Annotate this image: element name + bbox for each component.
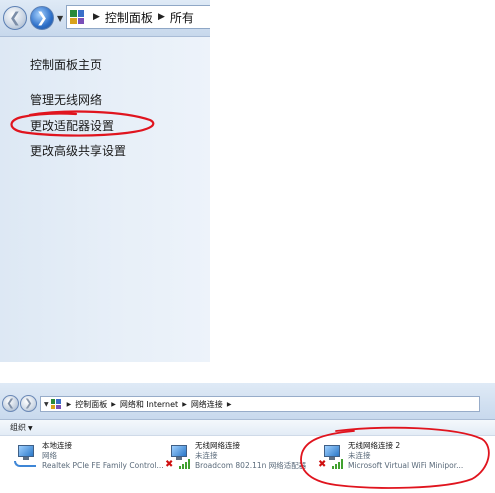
back-arrow-icon[interactable]: ❮ bbox=[2, 395, 19, 412]
breadcrumb-network-connections[interactable]: 网络连接 bbox=[191, 399, 223, 410]
breadcrumb-control-panel[interactable]: 控制面板 bbox=[75, 399, 107, 410]
chevron-down-icon: ▼ bbox=[28, 425, 33, 432]
breadcrumb-control-panel[interactable]: 控制面板 bbox=[105, 9, 153, 26]
task-change-advanced-sharing[interactable]: 更改高级共享设置 bbox=[30, 142, 126, 160]
connection-device: Broadcom 802.11n 网络适配器 bbox=[195, 461, 307, 470]
recent-pages-dropdown-icon[interactable]: ▼ bbox=[44, 401, 49, 408]
forward-arrow-icon[interactable]: ❯ bbox=[30, 6, 54, 30]
organize-label: 组织 bbox=[10, 423, 26, 432]
control-panel-icon bbox=[70, 10, 84, 24]
back-arrow-icon[interactable]: ❮ bbox=[3, 6, 27, 30]
breadcrumb-separator-icon: ▶ bbox=[93, 12, 100, 22]
network-connections-window: ❮ ❯ ▼ ▶ 控制面板 ▶ 网络和 Internet ▶ 网络连接 ▶ 组织 ▼… bbox=[0, 383, 495, 493]
breadcrumb-network-internet[interactable]: 网络和 Internet bbox=[120, 399, 178, 410]
recent-pages-dropdown-icon[interactable]: ▼ bbox=[57, 14, 63, 23]
connection-status: 网络 bbox=[42, 451, 57, 460]
red-annotation-ellipse bbox=[10, 110, 155, 137]
connection-status: 未连接 bbox=[195, 451, 218, 460]
network-adapter-icon: ✖ bbox=[165, 443, 195, 471]
breadcrumb-separator-icon: ▶ bbox=[182, 400, 187, 408]
connection-device: Realtek PCIe FE Family Control... bbox=[42, 461, 164, 470]
navigation-bar: ❮ ❯ ▼ ▶ 控制面板 ▶ 所有 bbox=[0, 0, 210, 37]
control-panel-window: ❮ ❯ ▼ ▶ 控制面板 ▶ 所有 控制面板主页 管理无线网络 更改适配器设置 … bbox=[0, 0, 210, 362]
signal-bars-icon bbox=[179, 459, 191, 469]
organize-button[interactable]: 组织 ▼ bbox=[10, 422, 33, 433]
breadcrumb-separator-icon: ▶ bbox=[226, 400, 232, 408]
breadcrumb-all-items[interactable]: 所有 bbox=[170, 9, 194, 26]
task-manage-wireless-networks[interactable]: 管理无线网络 bbox=[30, 91, 102, 109]
network-adapter-icon bbox=[12, 443, 42, 471]
address-bar[interactable]: ▼ ▶ 控制面板 ▶ 网络和 Internet ▶ 网络连接 ▶ bbox=[40, 396, 480, 412]
red-annotation-ellipse bbox=[300, 426, 490, 489]
breadcrumb-separator-icon: ▶ bbox=[66, 400, 72, 408]
navigation-bar: ❮ ❯ ▼ ▶ 控制面板 ▶ 网络和 Internet ▶ 网络连接 ▶ bbox=[0, 383, 495, 420]
forward-arrow-icon[interactable]: ❯ bbox=[20, 395, 37, 412]
connection-name: 无线网络连接 bbox=[195, 441, 240, 450]
red-x-icon: ✖ bbox=[165, 459, 174, 470]
address-bar[interactable]: ▶ 控制面板 ▶ 所有 bbox=[66, 5, 210, 29]
task-control-panel-home[interactable]: 控制面板主页 bbox=[30, 56, 102, 74]
connection-name: 本地连接 bbox=[42, 441, 72, 450]
control-panel-icon bbox=[50, 399, 61, 409]
breadcrumb-separator-icon: ▶ bbox=[111, 400, 116, 408]
breadcrumb-separator-icon: ▶ bbox=[157, 12, 165, 22]
